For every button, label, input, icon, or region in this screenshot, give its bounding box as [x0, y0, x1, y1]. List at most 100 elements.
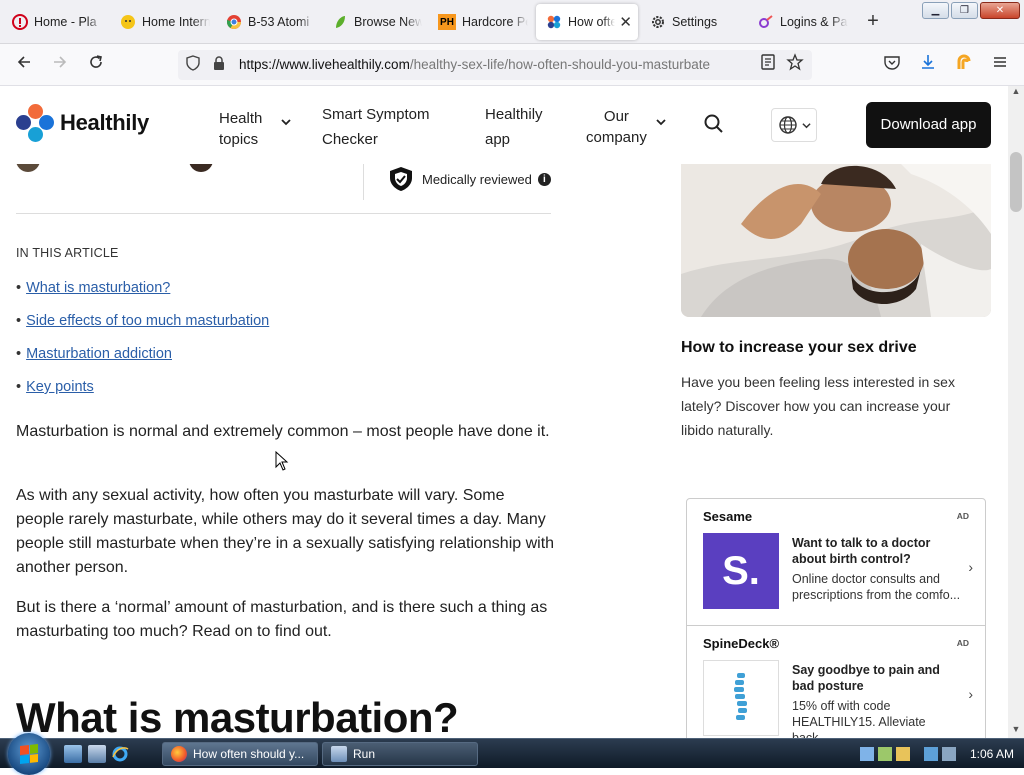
reload-icon[interactable] — [84, 53, 108, 77]
extension-icon[interactable] — [952, 53, 976, 77]
globe-icon — [778, 116, 797, 134]
shield-check-icon — [390, 167, 412, 191]
vertical-scrollbar[interactable]: ▲ ▼ — [1008, 86, 1024, 738]
smiley-icon — [120, 14, 136, 30]
nav-health-topics[interactable]: Health topics — [219, 108, 262, 150]
nav-smart-symptom-checker[interactable]: Smart Symptom Checker — [322, 102, 430, 152]
toc-link-addiction[interactable]: Masturbation addiction — [26, 346, 172, 379]
network-icon[interactable] — [859, 747, 874, 761]
tab-hardcore[interactable]: PH Hardcore Pe — [428, 4, 534, 40]
chevron-right-icon: › — [968, 686, 973, 702]
nav-health-topics-line2: topics — [219, 131, 259, 148]
reviewer-avatar[interactable] — [189, 164, 213, 172]
ad-body: Online doctor consults and prescriptions… — [792, 572, 961, 602]
leaf-icon — [332, 14, 348, 30]
nav-company-line1: Our — [603, 108, 629, 125]
address-bar[interactable]: https://www.livehealthily.com/healthy-se… — [178, 50, 812, 80]
healthily-logo[interactable]: Healthily — [16, 104, 149, 142]
info-icon[interactable]: i — [537, 172, 551, 186]
tracking-shield-icon[interactable] — [184, 55, 202, 73]
nav-symptom-line1: Smart Symptom — [322, 106, 430, 123]
taskbar-item-firefox[interactable]: How often should y... — [162, 742, 318, 766]
toc-link-side-effects[interactable]: Side effects of too much masturbation — [26, 313, 269, 346]
tab-label: How ofte — [568, 15, 616, 29]
ph-icon: PH — [438, 14, 456, 30]
ad-tag: AD — [956, 638, 969, 648]
tab-b53[interactable]: B-53 Atomi — [216, 4, 322, 40]
ad-spinedeck[interactable]: SpineDeck® AD Say goodbye to pain and ba… — [687, 625, 985, 738]
volume-muted-icon[interactable] — [941, 747, 956, 761]
search-icon[interactable] — [702, 112, 726, 136]
switch-windows-icon[interactable] — [88, 745, 106, 763]
nav-health-topics-line1: Health — [219, 110, 263, 127]
toc-link-what-is-masturbation[interactable]: What is masturbation? — [26, 280, 170, 313]
minimize-icon[interactable]: ▁ — [922, 2, 949, 19]
medically-reviewed-badge: Medically reviewed i — [388, 166, 551, 192]
ad-body: 15% off with code HEALTHILY15. Alleviate… — [792, 699, 926, 738]
back-arrow-icon[interactable] — [12, 53, 36, 77]
download-app-button[interactable]: Download app — [866, 102, 991, 148]
run-icon — [331, 746, 347, 762]
tab-settings[interactable]: Settings — [640, 4, 748, 40]
tab-home-intern[interactable]: Home Intern — [110, 4, 216, 40]
related-article-image[interactable] — [681, 164, 991, 317]
chevron-right-icon: › — [968, 559, 973, 575]
url-text[interactable]: https://www.livehealthily.com/healthy-se… — [239, 57, 710, 72]
mouse-cursor-icon — [275, 451, 289, 471]
related-article-title[interactable]: How to increase your sex drive — [681, 339, 917, 357]
lock-icon[interactable] — [210, 55, 228, 73]
tab-browse-new[interactable]: Browse New — [322, 4, 428, 40]
pocket-icon[interactable] — [880, 53, 904, 77]
toc-item: • Key points — [16, 379, 269, 412]
logins-icon — [758, 14, 774, 30]
divider — [363, 164, 364, 200]
scroll-thumb[interactable] — [1010, 152, 1022, 212]
author-avatar[interactable] — [16, 164, 40, 172]
new-tab-icon[interactable]: + — [862, 10, 884, 33]
article-paragraph: As with any sexual activity, how often y… — [16, 487, 555, 576]
clock[interactable]: 1:06 AM — [970, 747, 1014, 761]
nav-app-line1: Healthily — [485, 106, 543, 123]
chevron-down-icon[interactable] — [280, 116, 292, 131]
sesame-logo: S. — [703, 533, 779, 609]
start-button[interactable] — [8, 733, 50, 775]
scroll-down-icon[interactable]: ▼ — [1008, 724, 1024, 738]
close-window-icon[interactable]: ✕ — [980, 2, 1020, 19]
scroll-up-icon[interactable]: ▲ — [1008, 86, 1024, 100]
site-header: Healthily Health topics Smart Symptom Ch… — [0, 86, 1008, 164]
tray-app-icon[interactable] — [877, 747, 892, 761]
url-domain: https://www.livehealthily.com — [239, 57, 410, 72]
monitor-icon[interactable] — [923, 747, 938, 761]
restore-icon[interactable]: ❐ — [951, 2, 978, 19]
article-paragraph: But is there a ‘normal’ amount of mastur… — [16, 599, 548, 640]
taskbar-item-run[interactable]: Run — [322, 742, 478, 766]
url-path: /healthy-sex-life/how-often-should-you-m… — [409, 57, 710, 72]
forward-arrow-icon[interactable] — [48, 53, 72, 77]
reader-view-icon[interactable] — [756, 53, 780, 77]
healthily-logo-icon — [16, 104, 54, 142]
close-tab-icon[interactable]: ✕ — [619, 13, 632, 31]
tab-logins[interactable]: Logins & Pa — [748, 4, 854, 40]
tray-app-icon[interactable] — [895, 747, 910, 761]
windows-taskbar: How often should y... Run 1:06 AM — [0, 733, 1024, 775]
language-selector[interactable] — [771, 108, 817, 142]
nav-healthily-app[interactable]: Healthily app — [485, 102, 543, 152]
show-desktop-icon[interactable] — [64, 745, 82, 763]
section-heading: What is masturbation? — [16, 694, 459, 738]
ad-panel: Sesame AD S. Want to talk to a doctor ab… — [686, 498, 986, 738]
internet-explorer-icon[interactable] — [111, 745, 129, 763]
firefox-icon — [171, 746, 187, 762]
downloads-icon[interactable] — [916, 53, 940, 77]
tab-label: Home Intern — [142, 15, 210, 29]
nav-our-company[interactable]: Our company — [586, 106, 647, 148]
menu-icon[interactable] — [988, 53, 1012, 77]
toc-link-key-points[interactable]: Key points — [26, 379, 94, 412]
tab-how-often[interactable]: How ofte ✕ — [536, 4, 638, 40]
bookmark-star-icon[interactable] — [783, 53, 807, 77]
tab-home-pla[interactable]: Home - Pla — [2, 4, 110, 40]
chevron-down-icon[interactable] — [655, 116, 667, 131]
toc-item: • What is masturbation? — [16, 280, 269, 313]
page-content: Medically reviewed i IN THIS ARTICLE • Wh… — [0, 164, 1008, 738]
divider — [16, 213, 551, 214]
ad-sesame[interactable]: Sesame AD S. Want to talk to a doctor ab… — [687, 499, 985, 625]
